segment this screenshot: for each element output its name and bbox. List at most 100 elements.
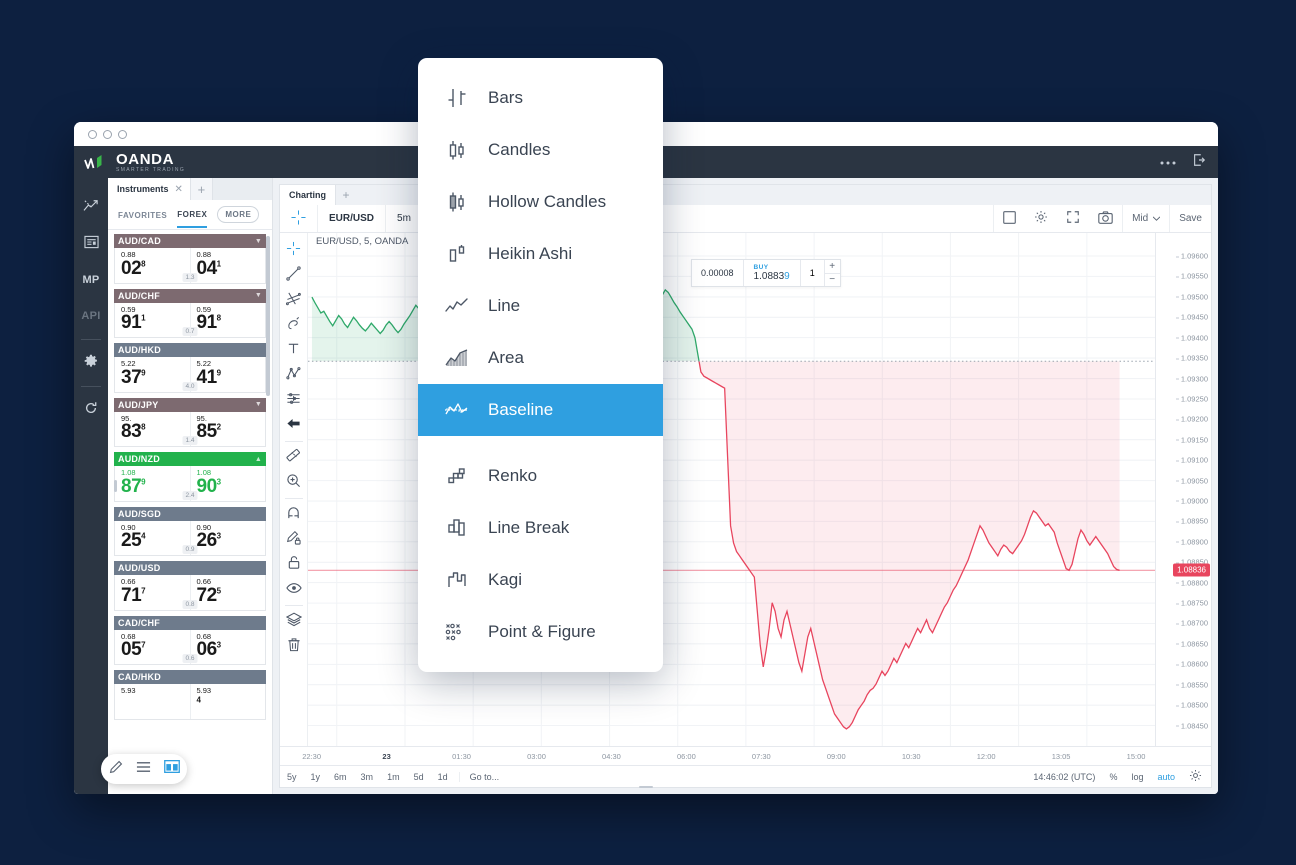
ticket-steppers[interactable]: + − <box>823 260 840 287</box>
quantity-increase-button[interactable]: + <box>825 260 840 273</box>
tool-magnet[interactable] <box>280 502 307 527</box>
ticket-quantity[interactable]: 1 <box>799 260 824 286</box>
gear-icon[interactable] <box>1189 769 1202 784</box>
log-scale-button[interactable]: log <box>1131 772 1143 782</box>
instrument-header[interactable]: AUD/JPY ▼ <box>114 397 266 412</box>
ticket-buy-block[interactable]: BUY 1.08839 <box>742 260 800 286</box>
menu-item-point-figure[interactable]: Point & Figure <box>418 606 663 658</box>
window-minimize-dot[interactable] <box>103 130 112 139</box>
save-button[interactable]: Save <box>1169 205 1211 232</box>
instrument-row[interactable]: AUD/NZD ▲ 1.08 879 1.08 903 2.4 <box>114 452 266 502</box>
menu-item-candles[interactable]: Candles <box>418 124 663 176</box>
instrument-header[interactable]: AUD/USD <box>114 561 266 575</box>
tool-ruler[interactable] <box>280 445 307 470</box>
instrument-header[interactable]: AUD/CHF ▼ <box>114 288 266 303</box>
tool-crosshair[interactable] <box>280 238 307 263</box>
chart-type-menu[interactable]: Bars Candles Hollow Candles Heikin Ashi Line… <box>418 58 663 672</box>
pencil-icon[interactable] <box>109 760 123 779</box>
tool-lock[interactable] <box>280 552 307 577</box>
range-button[interactable]: 6m <box>327 772 354 782</box>
instrument-header[interactable]: CAD/HKD <box>114 670 266 684</box>
sidebar-item-refresh[interactable] <box>74 392 108 428</box>
range-button[interactable]: 1y <box>304 772 328 782</box>
sidebar-item-settings[interactable] <box>74 345 108 381</box>
logout-icon[interactable] <box>1192 153 1206 172</box>
instruments-action-pill[interactable] <box>101 754 187 784</box>
instruments-list[interactable]: AUD/CAD ▼ 0.88 028 0.88 041 1.3 AUD/CHF ▼ 0.59 911… <box>108 230 272 794</box>
instrument-header[interactable]: CAD/CHF <box>114 615 266 630</box>
tool-layers[interactable] <box>280 609 307 634</box>
tab-charting[interactable]: Charting <box>280 185 336 205</box>
chart-settings-button[interactable] <box>1025 205 1057 232</box>
menu-item-hollow-candles[interactable]: Hollow Candles <box>418 176 663 228</box>
instrument-row[interactable]: AUD/CHF ▼ 0.59 911 0.59 918 0.7 <box>114 288 266 338</box>
menu-item-baseline[interactable]: Baseline <box>418 384 663 436</box>
instrument-bid[interactable]: 95. 838 <box>115 412 190 447</box>
range-button[interactable]: 5y <box>280 772 304 782</box>
menu-item-bars[interactable]: Bars <box>418 72 663 124</box>
instrument-header[interactable]: AUD/SGD <box>114 506 266 521</box>
menu-item-line[interactable]: Line <box>418 280 663 332</box>
instrument-ask[interactable]: 1.08 903 <box>189 466 266 501</box>
instrument-row[interactable]: AUD/HKD 5.22 379 5.22 419 4.0 <box>114 343 266 393</box>
instrument-bid[interactable]: 5.93 <box>115 684 190 719</box>
instrument-bid[interactable]: 0.88 028 <box>115 248 190 283</box>
instruments-scrollbar[interactable] <box>266 236 270 396</box>
instrument-header[interactable]: AUD/CAD ▼ <box>114 234 266 248</box>
window-controls[interactable] <box>88 130 127 139</box>
tool-brush[interactable] <box>280 313 307 338</box>
range-button[interactable]: 3m <box>354 772 381 782</box>
instrument-ask[interactable]: 0.59 918 <box>189 302 266 337</box>
crosshair-tool-button[interactable] <box>280 205 318 232</box>
symbol-selector[interactable]: EUR/USD <box>318 205 387 232</box>
price-source-dropdown[interactable]: Mid <box>1122 205 1169 232</box>
layout-square-button[interactable] <box>993 205 1025 232</box>
tool-pattern[interactable] <box>280 363 307 388</box>
panel-drag-handle[interactable] <box>114 480 117 492</box>
instrument-row[interactable]: AUD/CAD ▼ 0.88 028 0.88 041 1.3 <box>114 234 266 284</box>
tool-zoom-in[interactable] <box>280 470 307 495</box>
range-button[interactable]: 5d <box>407 772 431 782</box>
window-maximize-dot[interactable] <box>118 130 127 139</box>
menu-item-line-break[interactable]: Line Break <box>418 502 663 554</box>
instrument-ask[interactable]: 5.93 4 <box>189 684 266 719</box>
instrument-ask[interactable]: 0.68 063 <box>189 629 266 664</box>
instrument-ask[interactable]: 0.66 725 <box>189 575 266 610</box>
close-icon[interactable]: ✕ <box>175 184 183 195</box>
instrument-ask[interactable]: 0.90 263 <box>189 520 266 555</box>
tool-fib[interactable] <box>280 288 307 313</box>
tool-trendline[interactable] <box>280 263 307 288</box>
goto-button[interactable]: Go to... <box>458 771 510 782</box>
menu-item-kagi[interactable]: Kagi <box>418 554 663 606</box>
snapshot-button[interactable] <box>1089 205 1122 232</box>
menu-item-renko[interactable]: Renko <box>418 450 663 502</box>
tool-trash[interactable] <box>280 634 307 659</box>
price-axis[interactable]: 1.09600 1.09550 1.09500 1.09450 1.09400 1.093… <box>1155 233 1211 746</box>
range-button[interactable]: 1m <box>380 772 407 782</box>
list-icon[interactable] <box>136 760 151 778</box>
tool-visibility[interactable] <box>280 577 307 602</box>
sidebar-item-news[interactable] <box>74 226 108 262</box>
menu-item-heikin-ashi[interactable]: Heikin Ashi <box>418 228 663 280</box>
subtab-more[interactable]: MORE <box>217 206 260 223</box>
plus-icon[interactable]: + <box>336 185 356 205</box>
instrument-header[interactable]: AUD/HKD <box>114 343 266 357</box>
instrument-ask[interactable]: 5.22 419 <box>189 357 266 392</box>
fullscreen-button[interactable] <box>1057 205 1089 232</box>
percent-scale-button[interactable]: % <box>1109 772 1117 782</box>
range-button[interactable]: 1d <box>431 772 455 782</box>
ellipsis-icon[interactable] <box>1160 153 1176 171</box>
instrument-bid[interactable]: 0.90 254 <box>115 521 190 556</box>
instrument-row[interactable]: CAD/CHF 0.68 057 0.68 063 0.6 <box>114 615 266 665</box>
instrument-header[interactable]: AUD/NZD ▲ <box>114 452 266 466</box>
instrument-row[interactable]: AUD/SGD 0.90 254 0.90 263 0.9 <box>114 506 266 556</box>
quantity-decrease-button[interactable]: − <box>824 272 840 287</box>
tab-instruments[interactable]: Instruments ✕ <box>108 178 191 200</box>
tool-arrow[interactable] <box>280 413 307 438</box>
plus-icon[interactable]: + <box>190 178 213 200</box>
instrument-bid[interactable]: 1.08 879 <box>115 466 190 501</box>
instrument-row[interactable]: CAD/HKD 5.93 5.93 4 <box>114 670 266 720</box>
tool-text[interactable] <box>280 338 307 363</box>
subtab-forex[interactable]: FOREX <box>177 201 208 228</box>
instrument-bid[interactable]: 0.68 057 <box>115 630 190 665</box>
